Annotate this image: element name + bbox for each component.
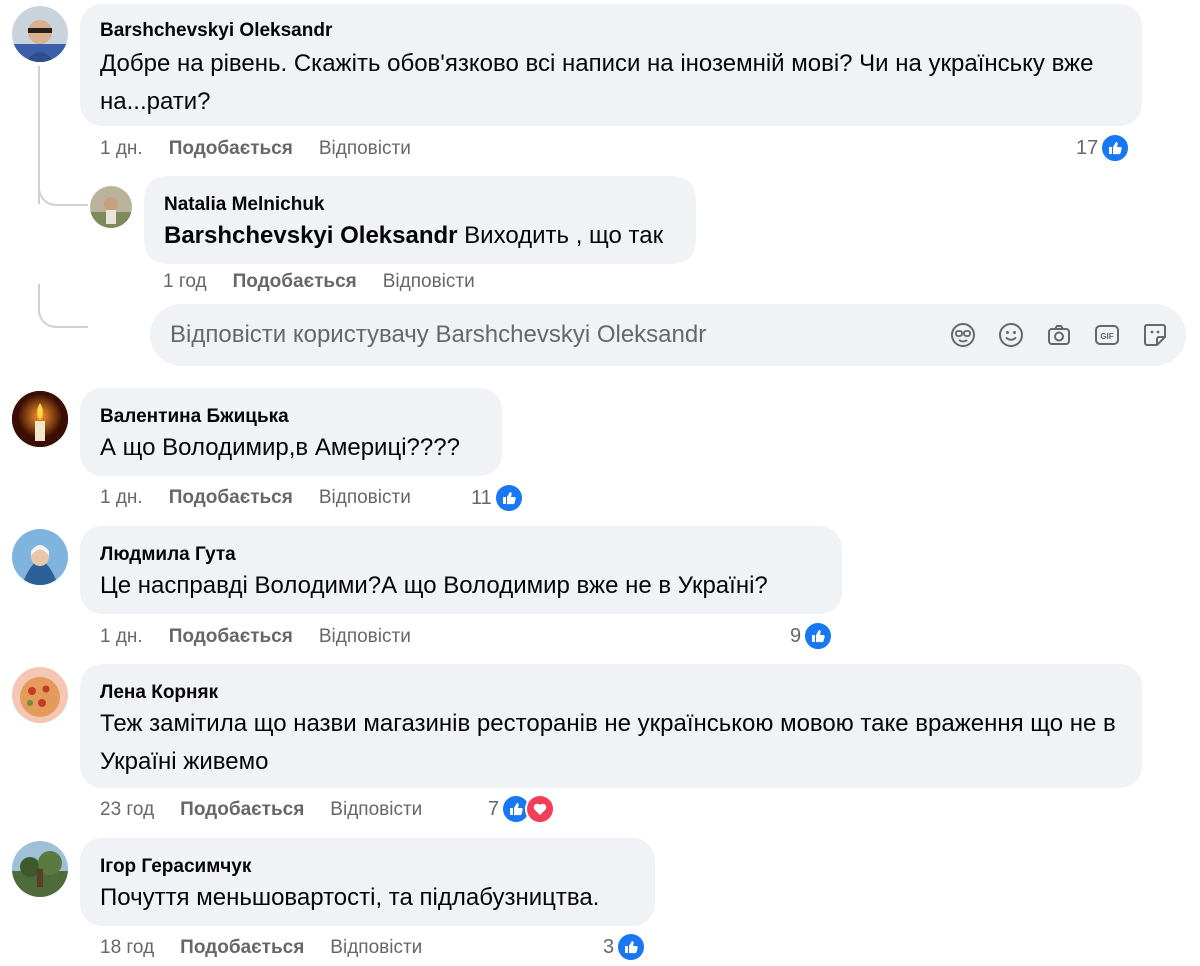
reaction-count: 11 (471, 486, 492, 509)
reaction-summary[interactable]: 3 (603, 932, 647, 962)
comment-bubble: Barshchevskyi Oleksandr Добре на рівень.… (80, 4, 1142, 126)
comment-text: Добре на рівень. Скажіть обов'язково всі… (100, 50, 1094, 115)
comment-actions: 1 дн. Подобається Відповісти (100, 486, 437, 510)
reaction-count: 3 (603, 935, 615, 958)
reaction-summary[interactable]: 11 (471, 483, 524, 513)
comment-actions: 1 дн. Подобається Відповісти (100, 137, 437, 161)
like-icon (1100, 133, 1131, 163)
avatar[interactable] (12, 667, 68, 723)
comment-time[interactable]: 1 дн. (100, 138, 143, 159)
reply-button[interactable]: Відповісти (330, 937, 422, 958)
comment-author[interactable]: Ігор Герасимчук (100, 855, 635, 879)
avatar[interactable] (12, 841, 68, 897)
reaction-count: 17 (1076, 136, 1099, 159)
reaction-summary[interactable]: 9 (790, 621, 834, 651)
thread-connector (38, 160, 88, 206)
comment-actions: 1 дн. Подобається Відповісти (100, 625, 437, 649)
reaction-summary[interactable]: 7 (488, 794, 556, 824)
reply-button[interactable]: Відповісти (319, 138, 411, 159)
reply-button[interactable]: Відповісти (319, 626, 411, 647)
gif-icon[interactable]: GIF (1092, 320, 1122, 350)
like-button[interactable]: Подобається (169, 138, 293, 159)
svg-text:GIF: GIF (1100, 332, 1113, 341)
avatar[interactable] (12, 391, 68, 447)
comment-time[interactable]: 1 дн. (100, 626, 143, 647)
comment-author[interactable]: Natalia Melnichuk (164, 193, 676, 217)
comment-bubble: Валентина Бжицька А що Володимир,в Амери… (80, 388, 502, 476)
comment-bubble: Ігор Герасимчук Почуття меньшовартості, … (80, 838, 655, 926)
reply-input[interactable]: Відповісти користувачу Barshchevskyi Ole… (150, 304, 1186, 366)
comment-time[interactable]: 1 дн. (100, 487, 143, 508)
sticker-icon[interactable] (1140, 320, 1170, 350)
reaction-count: 7 (488, 797, 500, 820)
like-icon (493, 483, 524, 513)
avatar[interactable] (12, 6, 68, 62)
comment-author[interactable]: Лена Корняк (100, 681, 1122, 705)
like-icon (616, 932, 647, 962)
comment-actions: 23 год Подобається Відповісти (100, 798, 448, 822)
like-button[interactable]: Подобається (169, 626, 293, 647)
mention-link[interactable]: Barshchevskyi Oleksandr (164, 222, 458, 249)
like-button[interactable]: Подобається (169, 487, 293, 508)
composer-icons: GIF (948, 320, 1170, 350)
comment-text: Почуття меньшовартості, та підлабузництв… (100, 884, 600, 911)
like-icon (803, 621, 834, 651)
reaction-count: 9 (790, 624, 802, 647)
avatar[interactable] (12, 529, 68, 585)
comment-time[interactable]: 23 год (100, 799, 154, 820)
reply-button[interactable]: Відповісти (330, 799, 422, 820)
comment-actions: 1 год Подобається Відповісти (163, 270, 501, 294)
reaction-summary[interactable]: 17 (1076, 133, 1131, 163)
reply-button[interactable]: Відповісти (319, 487, 411, 508)
comment-actions: 18 год Подобається Відповісти (100, 936, 448, 960)
comment-bubble: Людмила Гута Це насправді Володими?А що … (80, 526, 842, 614)
reply-button[interactable]: Відповісти (383, 271, 475, 292)
comment-bubble: Natalia Melnichuk Barshchevskyi Oleksand… (144, 176, 696, 264)
comment-text: Це насправді Володими?А що Володимир вже… (100, 572, 768, 599)
avatar-sticker-icon[interactable] (948, 320, 978, 350)
like-button[interactable]: Подобається (180, 799, 304, 820)
comment-bubble: Лена Корняк Теж замітила що назви магази… (80, 664, 1142, 788)
comment-author[interactable]: Валентина Бжицька (100, 405, 482, 429)
like-button[interactable]: Подобається (180, 937, 304, 958)
comment-text: Теж замітила що назви магазинів ресторан… (100, 710, 1116, 775)
comment-time[interactable]: 18 год (100, 937, 154, 958)
camera-icon[interactable] (1044, 320, 1074, 350)
comment-author[interactable]: Barshchevskyi Oleksandr (100, 19, 1122, 43)
emoji-icon[interactable] (996, 320, 1026, 350)
comment-text: А що Володимир,в Америці???? (100, 434, 460, 461)
avatar[interactable] (90, 186, 132, 228)
thread-connector (38, 284, 88, 328)
like-button[interactable]: Подобається (233, 271, 357, 292)
comment-text: Barshchevskyi Oleksandr Виходить , що та… (164, 222, 664, 249)
love-icon (525, 794, 556, 824)
reply-input-placeholder[interactable]: Відповісти користувачу Barshchevskyi Ole… (170, 321, 948, 349)
comment-author[interactable]: Людмила Гута (100, 543, 822, 567)
comment-time[interactable]: 1 год (163, 271, 207, 292)
